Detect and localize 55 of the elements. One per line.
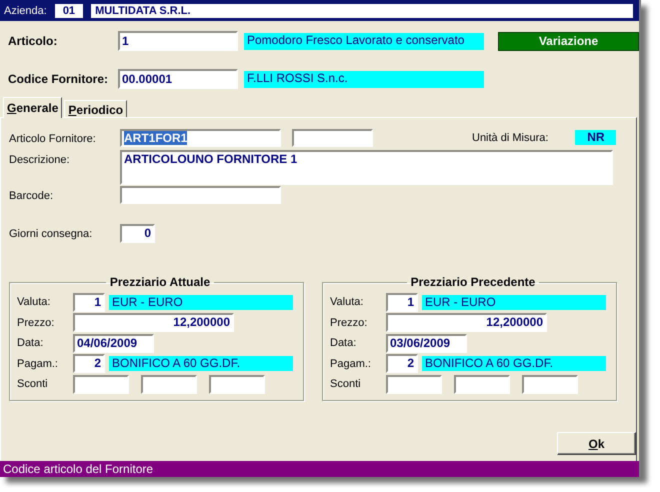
- input-field[interactable]: 1: [118, 31, 238, 51]
- input-field[interactable]: 03/06/2009: [386, 334, 467, 353]
- ok-button[interactable]: Ok: [557, 432, 636, 455]
- field-label: Codice Fornitore:: [8, 72, 110, 86]
- description-field: EUR - EURO: [109, 294, 293, 310]
- input-field[interactable]: 2: [73, 354, 105, 374]
- input-field[interactable]: [209, 374, 265, 394]
- description-field: BONIFICO A 60 GG.DF.: [422, 356, 606, 372]
- input-field[interactable]: 12,200000: [386, 313, 547, 332]
- input-field[interactable]: 1: [73, 292, 105, 312]
- input-field[interactable]: [73, 374, 129, 394]
- tab[interactable]: Periodico: [64, 100, 128, 117]
- company-name: MULTIDATA S.R.L.: [91, 4, 633, 18]
- field-label: Data:: [330, 337, 358, 350]
- tab[interactable]: Generale: [3, 97, 62, 118]
- field-label: Giorni consegna:: [9, 227, 94, 240]
- field-label: Descrizione:: [9, 153, 71, 166]
- field-label: Articolo:: [8, 34, 58, 48]
- input-field[interactable]: ART1FOR1: [120, 129, 281, 147]
- status-bar: Codice articolo del Fornitore: [0, 461, 639, 477]
- input-field[interactable]: 00.00001: [118, 69, 238, 89]
- field-label: Sconti: [17, 378, 49, 390]
- company-code: 01: [54, 4, 84, 18]
- field-label: Pagam.:: [17, 358, 59, 370]
- input-field[interactable]: [454, 374, 510, 394]
- field-label: Unità di Misura:: [472, 131, 548, 144]
- mode-button[interactable]: Variazione: [498, 32, 639, 50]
- input-field[interactable]: 04/06/2009: [73, 334, 154, 353]
- field-label: Valuta:: [17, 296, 52, 308]
- input-field[interactable]: 12,200000: [73, 313, 234, 332]
- group-title: Prezziario Precedente: [410, 275, 536, 289]
- description-field: F.LLI ROSSI S.n.c.: [244, 70, 484, 88]
- input-field[interactable]: [141, 374, 197, 394]
- input-field[interactable]: [522, 374, 578, 394]
- input-field[interactable]: [292, 129, 373, 147]
- field-label: Valuta:: [330, 296, 364, 308]
- field-label: Pagam.:: [330, 358, 372, 370]
- description-field: Pomodoro Fresco Lavorato e conservato: [244, 32, 484, 50]
- group-title: Prezziario Attuale: [108, 275, 212, 289]
- input-field[interactable]: 2: [386, 354, 418, 374]
- field-label: Barcode:: [9, 189, 54, 202]
- description-field: BONIFICO A 60 GG.DF.: [109, 356, 293, 372]
- input-field[interactable]: [120, 186, 281, 204]
- text-area[interactable]: ARTICOLOUNO FORNITORE 1: [120, 150, 613, 185]
- field-label: Data:: [17, 337, 44, 350]
- company-label: Azienda:: [4, 4, 47, 16]
- input-field[interactable]: [386, 374, 442, 394]
- field-label: Sconti: [330, 378, 362, 390]
- description-field: EUR - EURO: [422, 294, 606, 310]
- input-field[interactable]: 0: [120, 224, 155, 243]
- input-field[interactable]: 1: [386, 292, 418, 312]
- field-label: Articolo Fornitore:: [9, 132, 97, 145]
- unit-field: NR: [575, 130, 616, 145]
- field-label: Prezzo:: [17, 316, 56, 329]
- field-label: Prezzo:: [330, 316, 368, 329]
